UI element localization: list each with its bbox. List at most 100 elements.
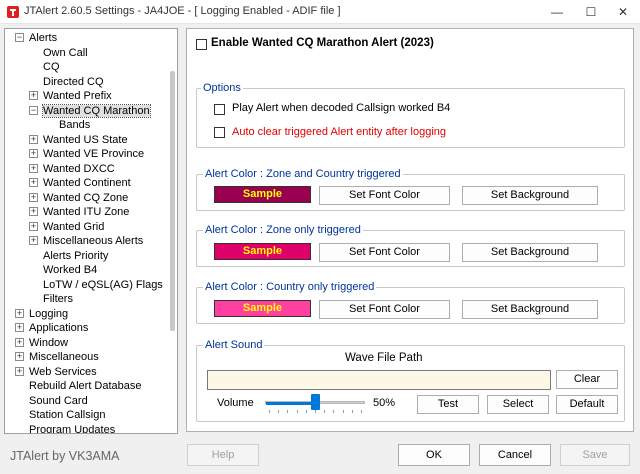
tree-item[interactable]: − Wanted CQ Marathon [29,103,151,118]
tree-item-label: Rebuild Alert Database [29,380,142,392]
enable-alert-checkbox[interactable] [196,39,207,50]
tree-item[interactable]: + Wanted Prefix [29,89,112,103]
tree-item[interactable]: CQ [43,60,60,74]
save-button[interactable]: Save [560,444,630,466]
expand-icon[interactable]: + [15,366,24,376]
minimize-button[interactable]: — [540,0,574,24]
tree-item[interactable]: Filters [43,292,73,306]
tree-item[interactable]: + Applications [15,321,89,335]
sample-zone-country: Sample [214,186,311,203]
tree-item-label: Filters [43,293,73,305]
expand-icon[interactable]: + [29,192,38,202]
tree-scrollbar[interactable] [170,71,175,331]
tree-item-label: Wanted Prefix [43,90,112,102]
tree-item[interactable]: + Wanted ITU Zone [29,205,130,219]
tree-item-label: Wanted US State [43,133,128,146]
expand-icon[interactable]: + [29,149,38,158]
tree-item-label: Wanted ITU Zone [43,206,130,218]
play-alert-checkbox[interactable] [214,104,225,115]
tree-item-label: Wanted Continent [43,177,131,189]
slider-tick [296,410,298,413]
enable-alert-label[interactable]: Enable Wanted CQ Marathon Alert (2023) [211,37,434,49]
tree-item[interactable]: Station Callsign [29,408,105,422]
set-font-color-zone-only-button[interactable]: Set Font Color [319,243,450,262]
tree-item[interactable]: Program Updates [29,423,115,434]
slider-tick [342,410,344,413]
slider-tick [324,410,326,413]
tree-item[interactable]: + Wanted DXCC [29,162,115,176]
auto-clear-label[interactable]: Auto clear triggered Alert entity after … [232,126,446,138]
play-alert-label[interactable]: Play Alert when decoded Callsign worked … [232,102,450,114]
tree-item-label: Sound Card [29,394,88,407]
wave-file-path-label: Wave File Path [345,352,423,364]
settings-tree[interactable]: − Alerts Own Call CQ Directed CQ + Wanted Pref… [4,28,178,434]
expand-icon[interactable]: + [29,207,38,216]
auto-clear-checkbox[interactable] [214,127,225,138]
tree-item[interactable]: + Logging [15,307,69,321]
expand-icon[interactable]: + [29,221,38,231]
tree-item-label: Logging [29,307,69,320]
slider-tick [278,410,280,413]
tree-item[interactable]: Sound Card [29,394,88,408]
color-group-country-only-title: Alert Color : Country only triggered [203,281,377,293]
tree-item[interactable]: + Web Services [15,365,97,379]
tree-item[interactable]: + Wanted CQ Zone [29,191,129,205]
tree-item-label: Directed CQ [43,75,104,88]
expand-icon[interactable]: + [29,134,38,144]
help-button[interactable]: Help [187,444,259,466]
expand-icon[interactable]: + [15,308,24,318]
wave-file-path-input[interactable] [207,370,551,390]
tree-item[interactable]: + Miscellaneous Alerts [29,234,143,248]
cancel-button[interactable]: Cancel [479,444,551,466]
collapse-icon[interactable]: − [29,105,38,115]
color-group-zone-country-title: Alert Color : Zone and Country triggered [203,168,403,180]
tree-item[interactable]: + Miscellaneous [15,350,99,364]
tree-item[interactable]: + Wanted Continent [29,176,131,190]
tree-item[interactable]: − Alerts [15,31,58,45]
slider-tick [287,410,289,413]
set-font-color-country-only-button[interactable]: Set Font Color [319,300,450,319]
expand-icon[interactable]: + [29,163,38,173]
expand-icon[interactable]: + [15,323,24,332]
expand-icon[interactable]: + [29,178,38,187]
clear-button[interactable]: Clear [556,370,618,389]
tree-item[interactable]: + Wanted VE Province [29,147,144,161]
tree-item[interactable]: + Wanted Grid [29,220,104,234]
volume-slider[interactable] [265,392,365,414]
tree-item-label: Wanted CQ Zone [43,191,129,204]
tree-item-label: Web Services [29,365,97,378]
tree-item-label: Applications [29,322,89,334]
collapse-icon[interactable]: − [15,33,24,42]
ok-button[interactable]: OK [398,444,470,466]
expand-icon[interactable]: + [29,236,38,245]
expand-icon[interactable]: + [15,352,24,361]
tree-item[interactable]: Rebuild Alert Database [29,379,142,393]
set-background-country-only-button[interactable]: Set Background [462,300,598,319]
tree-item[interactable]: Bands [59,118,90,132]
close-button[interactable]: ✕ [606,0,640,24]
tree-item[interactable]: + Wanted US State [29,133,128,147]
default-sound-button[interactable]: Default [556,395,618,414]
tree-item-label: Wanted CQ Marathon [42,103,151,118]
volume-percent: 50% [373,397,396,409]
set-font-color-zone-country-button[interactable]: Set Font Color [319,186,450,205]
volume-label: Volume [217,397,254,409]
test-sound-button[interactable]: Test [417,395,479,414]
expand-icon[interactable]: + [29,91,38,100]
tree-item[interactable]: + Window [15,336,69,350]
tree-item[interactable]: Alerts Priority [43,249,108,263]
set-background-zone-country-button[interactable]: Set Background [462,186,598,205]
title-bar: JTAlert 2.60.5 Settings - JA4JOE - [ Log… [0,0,640,24]
tree-item[interactable]: Directed CQ [43,75,104,89]
expand-icon[interactable]: + [15,337,24,347]
tree-item[interactable]: LoTW / eQSL(AG) Flags [43,278,163,292]
set-background-zone-only-button[interactable]: Set Background [462,243,598,262]
tree-item[interactable]: Worked B4 [43,263,97,277]
tree-item-label: Alerts [29,32,58,44]
tree-item[interactable]: Own Call [43,46,88,60]
window-title: JTAlert 2.60.5 Settings - JA4JOE - [ Log… [24,5,341,17]
select-sound-button[interactable]: Select [487,395,549,414]
tree-item-label: Window [29,336,69,349]
tree-item-label: Miscellaneous [29,351,99,363]
maximize-button[interactable]: ☐ [574,0,608,24]
